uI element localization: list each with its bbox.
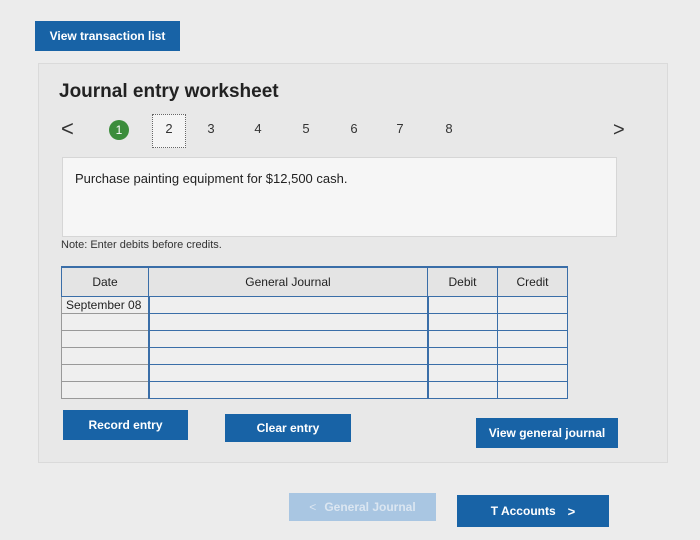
view-general-journal-button[interactable]: View general journal bbox=[476, 418, 618, 448]
debit-input[interactable] bbox=[427, 381, 498, 399]
date-cell[interactable] bbox=[61, 330, 149, 348]
date-cell[interactable] bbox=[61, 364, 149, 382]
general-journal-nav-button: < General Journal bbox=[289, 493, 436, 521]
credit-input[interactable] bbox=[497, 330, 568, 348]
account-input[interactable] bbox=[147, 381, 429, 399]
step-7[interactable]: 7 bbox=[390, 120, 410, 138]
account-input[interactable] bbox=[147, 313, 429, 331]
debit-input[interactable] bbox=[427, 296, 498, 314]
account-input[interactable] bbox=[147, 330, 429, 348]
date-cell[interactable] bbox=[61, 347, 149, 365]
credit-input[interactable] bbox=[497, 313, 568, 331]
date-cell[interactable] bbox=[61, 381, 149, 399]
credit-input[interactable] bbox=[497, 347, 568, 365]
instruction-note: Note: Enter debits before credits. bbox=[61, 239, 222, 251]
transaction-description-box: Purchase painting equipment for $12,500 … bbox=[62, 157, 617, 237]
journal-entry-table: Date General Journal Debit Credit Septem… bbox=[61, 266, 568, 399]
date-cell[interactable] bbox=[61, 313, 149, 331]
step-6[interactable]: 6 bbox=[344, 120, 364, 138]
table-header-row: Date General Journal Debit Credit bbox=[61, 266, 568, 297]
step-8[interactable]: 8 bbox=[439, 120, 459, 138]
view-transaction-list-button[interactable]: View transaction list bbox=[35, 21, 180, 51]
credit-input[interactable] bbox=[497, 296, 568, 314]
account-input[interactable] bbox=[147, 347, 429, 365]
chevron-right-icon: > bbox=[567, 503, 576, 519]
general-journal-column-header: General Journal bbox=[148, 266, 428, 297]
step-3[interactable]: 3 bbox=[201, 120, 221, 138]
account-input[interactable] bbox=[147, 296, 429, 314]
t-accounts-nav-button[interactable]: T Accounts > bbox=[457, 495, 609, 527]
credit-input[interactable] bbox=[497, 364, 568, 382]
worksheet-title: Journal entry worksheet bbox=[59, 81, 279, 102]
debit-input[interactable] bbox=[427, 330, 498, 348]
debit-column-header: Debit bbox=[427, 266, 498, 297]
debit-input[interactable] bbox=[427, 313, 498, 331]
record-entry-button[interactable]: Record entry bbox=[63, 410, 188, 440]
step-5[interactable]: 5 bbox=[296, 120, 316, 138]
account-input[interactable] bbox=[147, 364, 429, 382]
table-row bbox=[61, 330, 568, 348]
step-4[interactable]: 4 bbox=[248, 120, 268, 138]
t-accounts-nav-label: T Accounts bbox=[490, 504, 556, 518]
general-journal-nav-label: General Journal bbox=[324, 500, 416, 514]
table-row bbox=[61, 364, 568, 382]
table-row bbox=[61, 313, 568, 331]
chevron-left-icon[interactable]: < bbox=[61, 118, 74, 140]
table-row: September 08 bbox=[61, 296, 568, 314]
debit-input[interactable] bbox=[427, 364, 498, 382]
date-column-header: Date bbox=[61, 266, 149, 297]
credit-column-header: Credit bbox=[497, 266, 568, 297]
date-cell[interactable]: September 08 bbox=[61, 296, 149, 314]
table-row bbox=[61, 347, 568, 365]
credit-input[interactable] bbox=[497, 381, 568, 399]
step-2[interactable]: 2 bbox=[159, 120, 179, 138]
debit-input[interactable] bbox=[427, 347, 498, 365]
step-1[interactable]: 1 bbox=[109, 120, 129, 140]
transaction-description: Purchase painting equipment for $12,500 … bbox=[75, 171, 348, 186]
table-row bbox=[61, 381, 568, 399]
clear-entry-button[interactable]: Clear entry bbox=[225, 414, 351, 442]
journal-entry-worksheet: Journal entry worksheet < 1 2 3 4 5 6 7 … bbox=[38, 63, 668, 463]
chevron-right-icon[interactable]: > bbox=[613, 119, 625, 141]
chevron-left-icon: < bbox=[309, 500, 317, 514]
